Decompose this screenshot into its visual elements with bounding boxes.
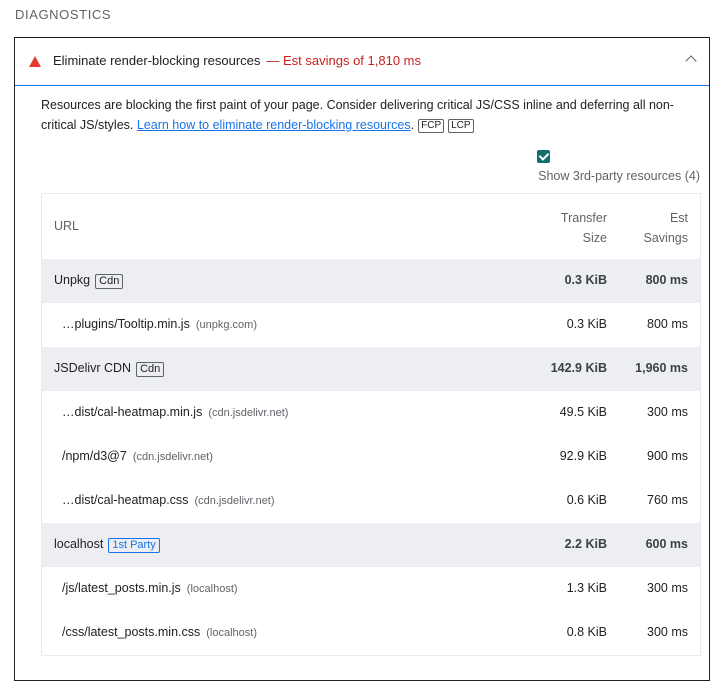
- table-row-group: Unpkg Cdn 0.3 KiB 800 ms: [42, 259, 700, 303]
- metric-tag-fcp: FCP: [418, 119, 445, 133]
- audit-savings: — Est savings of 1,810 ms: [266, 53, 421, 68]
- table-row: /npm/d3@7 (cdn.jsdelivr.net) 92.9 KiB 900…: [62, 449, 688, 463]
- header-transfer-size: Transfer Size: [560, 211, 607, 245]
- third-party-checkbox[interactable]: [537, 150, 550, 163]
- metric-tag-lcp: LCP: [448, 119, 474, 133]
- triangle-fail-icon: [29, 56, 41, 67]
- entity-tag: Cdn: [136, 362, 165, 377]
- resource-url[interactable]: /css/latest_posts.min.css: [62, 625, 200, 639]
- third-party-label: Show 3rd-party resources (4): [538, 169, 700, 183]
- resource-url[interactable]: /npm/d3@7: [62, 449, 127, 463]
- table-header: URL Transfer Size Est Savings: [42, 194, 700, 259]
- audit-title: Eliminate render-blocking resources — Est…: [53, 53, 421, 68]
- audit-render-blocking: Eliminate render-blocking resources — Est…: [14, 37, 710, 681]
- table-row-group: localhost 1st Party 2.2 KiB 600 ms: [42, 523, 700, 567]
- section-title: DIAGNOSTICS: [15, 7, 112, 22]
- table-row: /css/latest_posts.min.css (localhost) 0.8…: [62, 625, 688, 639]
- entity-tag: Cdn: [95, 274, 124, 289]
- table-row: /js/latest_posts.min.js (localhost) 1.3 K…: [62, 581, 688, 595]
- table-row: …dist/cal-heatmap.css (cdn.jsdelivr.net) …: [62, 493, 688, 507]
- table-row: …dist/cal-heatmap.min.js (cdn.jsdelivr.ne…: [62, 405, 688, 419]
- resource-url[interactable]: …dist/cal-heatmap.css: [62, 493, 188, 507]
- entity-tag: 1st Party: [108, 538, 160, 553]
- resource-url[interactable]: …plugins/Tooltip.min.js: [62, 317, 190, 331]
- header-url: URL: [54, 219, 80, 233]
- table-row: …plugins/Tooltip.min.js (unpkg.com) 0.3 K…: [62, 317, 688, 331]
- audit-header[interactable]: Eliminate render-blocking resources — Est…: [15, 38, 709, 86]
- resource-url[interactable]: …dist/cal-heatmap.min.js: [62, 405, 202, 419]
- audit-description: Resources are blocking the first paint o…: [41, 98, 674, 133]
- resources-table: URL Transfer Size Est Savings Unpkg Cdn 0.3…: [41, 193, 701, 656]
- table-row-group: JSDelivr CDN Cdn 142.9 KiB 1,960 ms: [42, 347, 700, 391]
- chevron-up-icon[interactable]: [685, 55, 697, 67]
- resource-url[interactable]: /js/latest_posts.min.js: [62, 581, 181, 595]
- header-est-savings: Est Savings: [643, 211, 688, 245]
- learn-more-link[interactable]: Learn how to eliminate render-blocking r…: [137, 118, 411, 132]
